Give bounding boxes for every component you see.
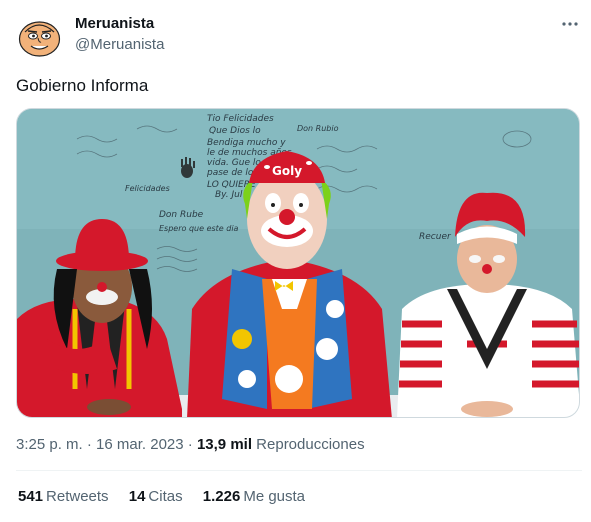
quotes-count: 14 [128,488,146,505]
wall-text: Don Rube [159,210,204,220]
wall-text: Felicidades [125,184,170,193]
retweets-count: 541 [18,488,44,505]
tweet-time[interactable]: 3:25 p. m. [16,436,83,453]
hat-text: Goly [272,164,302,178]
views-label: Reproducciones [256,436,365,453]
likes-label: Me gusta [243,488,306,505]
wall-text: Que Dios lo [209,126,261,136]
likes-stat[interactable]: 1.226 Me gusta [203,488,305,505]
engagement-stats: 541 Retweets 14 Citas 1.226 Me gusta [18,488,321,505]
display-name[interactable]: Meruanista [75,15,154,32]
quotes-label: Citas [148,488,183,505]
tweet-text: Gobierno Informa [16,76,149,95]
wall-text: Don Rubio [297,124,339,133]
likes-count: 1.226 [202,488,241,505]
wall-text: Tio Felicidades [207,114,274,124]
divider [16,470,582,471]
meta-separator: · [187,436,193,453]
user-handle[interactable]: @Meruanista [75,36,164,53]
meta-separator: · [86,436,92,453]
wall-text: Bendiga mucho y [207,138,286,148]
retweets-stat[interactable]: 541 Retweets [18,488,109,505]
wall-text: By. Jul [215,190,243,200]
wall-text: Recuer [419,232,452,242]
more-horizontal-icon[interactable] [560,14,580,34]
wall-text: Espero que este dia [159,224,239,233]
retweets-label: Retweets [46,488,109,505]
tweet-date[interactable]: 16 mar. 2023 [96,436,184,453]
tweet-media-image[interactable]: Tio Felicidades Que Dios lo Bendiga much… [16,108,580,418]
tweet-header: Meruanista @Meruanista [16,12,582,61]
avatar[interactable] [16,14,63,61]
views-count: 13,9 mil [196,436,252,453]
wall-text: vida. Gue lo [207,158,261,168]
quotes-stat[interactable]: 14 Citas [129,488,183,505]
tweet-meta: 3:25 p. m. · 16 mar. 2023 · 13,9 mil Rep… [16,436,365,453]
